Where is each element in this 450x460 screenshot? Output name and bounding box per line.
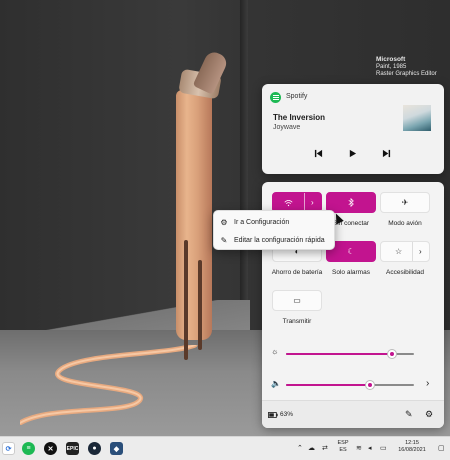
volume-slider[interactable] [286,381,414,389]
drip-shadow [184,240,188,360]
battery-icon[interactable] [268,412,278,418]
pencil-icon[interactable]: ✎ [405,409,413,420]
accessibility-icon: ☆ [395,247,403,256]
caption-line2: Paint, 1985 [376,64,407,70]
onedrive-icon[interactable]: ☁ [308,444,315,452]
album-art [403,105,431,131]
chevron-right-icon[interactable]: › [419,247,422,256]
cast-label: Transmitir [282,318,312,325]
focus-assist-label: Solo alarmas [332,269,370,276]
battery-icon[interactable]: ▭ [380,444,387,452]
epic-games-icon[interactable]: EPIC [66,442,79,455]
spotify-icon [270,92,281,103]
wall-corner [240,0,248,330]
airplane-label: Modo avión [388,220,422,227]
tile-divider [412,242,413,261]
brightness-fill [286,353,393,355]
chevron-right-icon[interactable]: › [311,198,314,207]
brush-handle [192,49,230,95]
sync-icon[interactable]: ⇄ [322,444,328,452]
taskbar: ⟳ ≡ ✕ EPIC ● ◆ ⌃ ☁ ⇄ ESP ES ≋ ◂ ▭ 12:15 … [0,436,450,460]
brightness-thumb[interactable] [388,350,397,358]
audio-output-chevron-icon[interactable]: › [426,378,429,389]
language-bottom: ES [339,447,347,453]
accessibility-toggle[interactable]: ☆ › [380,241,430,262]
next-icon [382,149,390,157]
battery-percentage: 63% [280,411,294,418]
bluetooth-toggle[interactable] [326,192,376,213]
previous-button[interactable] [306,142,330,164]
brightness-slider[interactable] [286,350,414,358]
track-title: The Inversion [273,113,326,122]
volume-icon: 🔈 [271,379,281,388]
accessibility-label: Accesibilidad [386,269,424,276]
cast-toggle[interactable]: ▭ [272,290,322,311]
volume-fill [286,384,371,386]
menu-item-settings[interactable]: ⚙ Ir a Configuración [214,213,336,231]
gear-icon: ⚙ [220,217,228,227]
battery-saver-label: Ahorro de batería [271,269,323,276]
clock[interactable]: 12:15 16/08/2021 [392,440,432,454]
media-app-name: Spotify [286,93,308,100]
paint-drip [176,90,212,360]
menu-item-label: Editar la configuración rápida [234,236,325,244]
focus-assist-icon: ☾ [347,247,355,256]
quick-settings-footer: 63% ✎ ⚙ [262,400,444,428]
volume-thumb[interactable] [366,381,375,389]
gear-icon[interactable]: ⚙ [425,409,433,420]
airplane-toggle[interactable]: ✈ [380,192,430,213]
track-artist: Joywave [273,124,301,131]
caption-line3: Raster Graphics Editor [376,71,437,77]
clock-time: 12:15 [405,440,419,446]
language-top: ESP [337,440,349,446]
pencil-icon: ✎ [220,235,228,245]
paint-river [20,345,198,425]
wifi-icon [284,199,293,206]
language-indicator[interactable]: ESP ES [336,440,350,454]
wifi-icon[interactable]: ≋ [356,444,362,452]
next-button[interactable] [374,142,398,164]
chevron-up-icon[interactable]: ⌃ [297,444,303,452]
cast-icon: ▭ [293,296,301,305]
clock-date: 16/08/2021 [398,447,426,453]
app-icon[interactable]: ◆ [110,442,123,455]
context-menu: ⚙ Ir a Configuración ✎ Editar la configu… [213,210,335,250]
brightness-icon: ☼ [271,347,279,356]
spotify-icon[interactable]: ≡ [22,442,35,455]
steam-icon[interactable]: ● [88,442,101,455]
play-button[interactable] [340,142,364,164]
search-app-icon[interactable]: ⟳ [2,442,15,455]
xbox-icon[interactable]: ✕ [44,442,57,455]
previous-icon [314,149,322,157]
caption-title: Microsoft [376,56,406,63]
menu-item-label: Ir a Configuración [234,218,290,226]
notifications-icon[interactable]: ▢ [438,444,445,452]
artwork-caption: Microsoft Paint, 1985 Raster Graphics Ed… [376,56,437,78]
airplane-icon: ✈ [401,198,409,207]
play-icon [349,149,356,157]
drip-shadow [198,260,202,350]
volume-icon[interactable]: ◂ [368,444,372,452]
media-flyout: Spotify The Inversion Joywave [262,84,444,174]
bluetooth-icon [348,198,354,207]
menu-item-edit-quick-settings[interactable]: ✎ Editar la configuración rápida [214,231,336,249]
